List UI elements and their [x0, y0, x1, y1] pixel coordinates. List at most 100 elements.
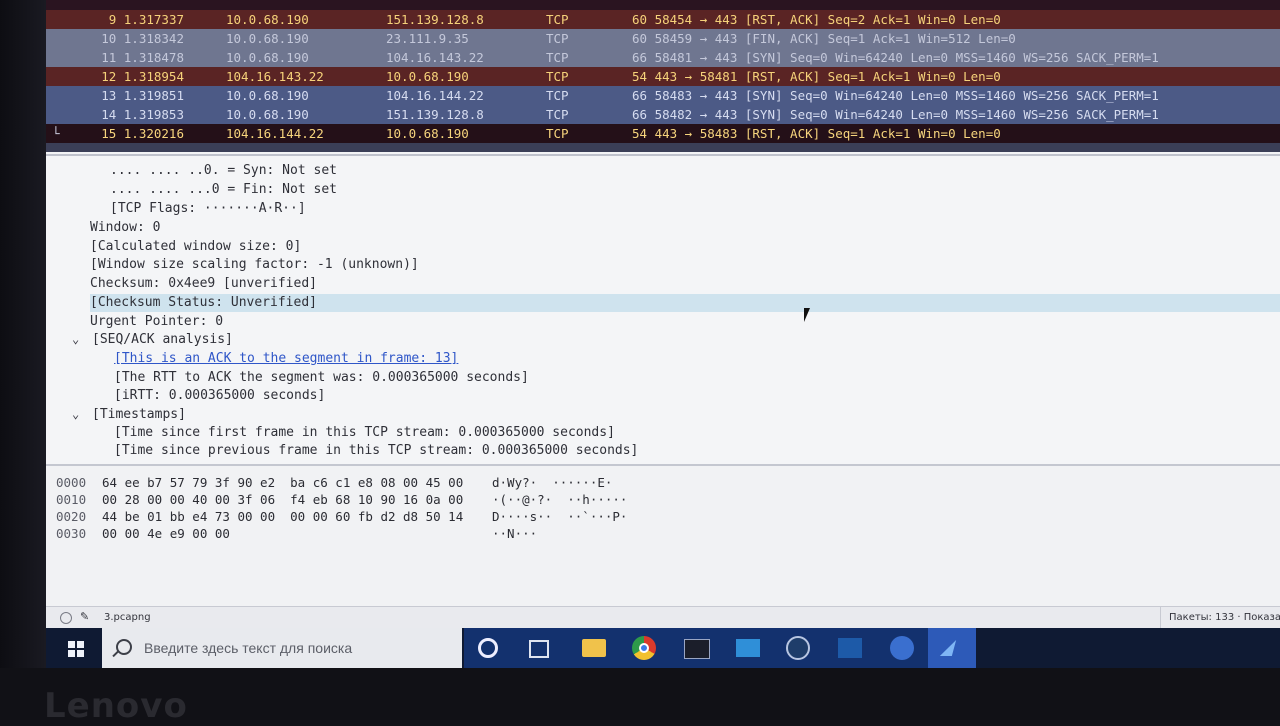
detail-window[interactable]: Window: 0 [90, 219, 160, 237]
detail-irtt[interactable]: [iRTT: 0.000365000 seconds] [114, 387, 325, 405]
detail-tcp-flags[interactable]: [TCP Flags: ·······A·R··] [110, 200, 306, 218]
wireshark-window: 9 1.317337 10.0.68.190 151.139.128.8 TCP… [46, 0, 1280, 668]
packet-destination: 104.16.143.22 [386, 50, 484, 65]
remote-desktop-button[interactable] [724, 628, 772, 668]
wireshark-button[interactable] [928, 628, 976, 668]
file-explorer-button[interactable] [570, 628, 618, 668]
packet-destination: 104.16.144.22 [386, 88, 484, 103]
search-placeholder: Введите здесь текст для поиска [144, 640, 353, 656]
bytes-ascii[interactable]: d·Wy?· ······E· [492, 474, 612, 491]
packet-info: 54 443 → 58481 [RST, ACK] Seq=1 Ack=1 Wi… [632, 69, 1001, 84]
bytes-hex[interactable]: 00 00 4e e9 00 00 [102, 525, 230, 542]
chevron-down-icon[interactable]: ⌄ [72, 407, 79, 421]
cortana-icon [478, 638, 498, 658]
packet-info: 60 58459 → 443 [FIN, ACK] Seq=1 Ack=1 Wi… [632, 31, 1016, 46]
packet-protocol: TCP [546, 31, 569, 46]
packet-protocol: TCP [546, 107, 569, 122]
chrome-button[interactable] [620, 628, 668, 668]
bytes-ascii[interactable]: D····s·· ··`···P· [492, 508, 627, 525]
detail-seq-ack-analysis[interactable]: [SEQ/ACK analysis] [92, 331, 233, 349]
capture-filename: 3.pcapng [104, 612, 151, 623]
bytes-offset: 0030 [56, 526, 87, 541]
packet-source: 10.0.68.190 [226, 31, 309, 46]
packet-info: 60 58454 → 443 [RST, ACK] Seq=2 Ack=1 Wi… [632, 12, 1001, 27]
bytes-ascii[interactable]: ·(··@·?· ··h····· [492, 491, 627, 508]
detail-window-scaling[interactable]: [Window size scaling factor: -1 (unknown… [90, 256, 419, 274]
bytes-hex[interactable]: 64 ee b7 57 79 3f 90 e2 ba c6 c1 e8 08 0… [102, 474, 463, 491]
bytes-hex[interactable]: 44 be 01 bb e4 73 00 00 00 00 60 fb d2 d… [102, 508, 463, 525]
remote-desktop-icon [736, 639, 760, 657]
detail-rtt[interactable]: [The RTT to ACK the segment was: 0.00036… [114, 369, 529, 387]
detail-urgent-pointer[interactable]: Urgent Pointer: 0 [90, 313, 223, 331]
packet-row[interactable]: 11 1.318478 10.0.68.190 104.16.143.22 TC… [46, 48, 1280, 67]
chevron-down-icon[interactable]: ⌄ [72, 332, 79, 346]
detail-calculated-window[interactable]: [Calculated window size: 0] [90, 238, 301, 256]
packet-no-time: 15 1.320216 [101, 126, 184, 141]
capture-status-icon[interactable] [60, 612, 72, 624]
laptop-brand-logo: Lenovo [44, 686, 188, 726]
packet-row-partial[interactable] [46, 0, 1280, 10]
search-icon [116, 639, 132, 655]
status-bar: ✎ 3.pcapng Пакеты: 133 · Показаны [46, 606, 1280, 629]
detail-timestamps[interactable]: [Timestamps] [92, 406, 186, 424]
taskbar-apps [464, 628, 976, 668]
steam-button[interactable] [774, 628, 822, 668]
globe-icon [890, 636, 914, 660]
powershell-icon [838, 638, 862, 658]
packet-destination: 151.139.128.8 [386, 12, 484, 27]
bytes-hex[interactable]: 00 28 00 00 40 00 3f 06 f4 eb 68 10 90 1… [102, 491, 463, 508]
network-app-button[interactable] [878, 628, 926, 668]
packet-details-pane[interactable]: .... .... ..0. = Syn: Not set .... .... … [46, 154, 1280, 464]
packet-info: 66 58481 → 443 [SYN] Seq=0 Win=64240 Len… [632, 50, 1159, 65]
packet-protocol: TCP [546, 50, 569, 65]
powershell-button[interactable] [826, 628, 874, 668]
terminal-button[interactable] [672, 628, 720, 668]
packet-no-time: 12 1.318954 [101, 69, 184, 84]
detail-checksum-status-selected[interactable]: [Checksum Status: Unverified] [90, 294, 1280, 312]
chrome-icon [632, 636, 656, 660]
packet-row-selected[interactable]: └ 15 1.320216 104.16.144.22 10.0.68.190 … [46, 124, 1280, 143]
screen-bezel-left [0, 0, 46, 720]
edit-comment-icon[interactable]: ✎ [80, 610, 89, 623]
packet-row[interactable]: 9 1.317337 10.0.68.190 151.139.128.8 TCP… [46, 10, 1280, 29]
detail-ack-frame-link[interactable]: [This is an ACK to the segment in frame:… [114, 350, 458, 368]
ack-frame-link[interactable]: [This is an ACK to the segment in frame:… [114, 351, 458, 366]
bytes-ascii[interactable]: ··N··· [492, 525, 537, 542]
packet-source: 104.16.144.22 [226, 126, 324, 141]
start-button[interactable] [50, 628, 100, 668]
packet-no-time: 10 1.318342 [101, 31, 184, 46]
packet-row[interactable]: 13 1.319851 10.0.68.190 104.16.144.22 TC… [46, 86, 1280, 105]
packet-protocol: TCP [546, 12, 569, 27]
cortana-button[interactable] [464, 628, 512, 668]
detail-checksum-status: [Checksum Status: Unverified] [90, 295, 317, 310]
windows-taskbar: Введите здесь текст для поиска [46, 628, 1280, 668]
detail-fin-flag[interactable]: .... .... ...0 = Fin: Not set [110, 181, 337, 199]
packet-source: 104.16.143.22 [226, 69, 324, 84]
screen-bezel-bottom [0, 668, 1280, 720]
task-view-button[interactable] [514, 628, 562, 668]
packet-info: 66 58483 → 443 [SYN] Seq=0 Win=64240 Len… [632, 88, 1159, 103]
windows-logo-icon [68, 641, 84, 657]
related-packet-marker: └ [52, 126, 60, 141]
wireshark-fin-icon [939, 640, 957, 656]
taskbar-search-box[interactable]: Введите здесь текст для поиска [102, 628, 462, 668]
packet-row[interactable]: 12 1.318954 104.16.143.22 10.0.68.190 TC… [46, 67, 1280, 86]
packet-protocol: TCP [546, 126, 569, 141]
detail-syn-flag[interactable]: .... .... ..0. = Syn: Not set [110, 162, 337, 180]
packet-list[interactable]: 9 1.317337 10.0.68.190 151.139.128.8 TCP… [46, 0, 1280, 152]
packet-bytes-pane[interactable]: 0000 64 ee b7 57 79 3f 90 e2 ba c6 c1 e8… [46, 464, 1280, 606]
packet-no-time: 9 1.317337 [108, 12, 184, 27]
packet-destination: 151.139.128.8 [386, 107, 484, 122]
packet-row[interactable]: 14 1.319853 10.0.68.190 151.139.128.8 TC… [46, 105, 1280, 124]
detail-checksum[interactable]: Checksum: 0x4ee9 [unverified] [90, 275, 317, 293]
packet-row[interactable]: 10 1.318342 10.0.68.190 23.111.9.35 TCP … [46, 29, 1280, 48]
terminal-icon [684, 639, 710, 659]
packet-no-time: 14 1.319853 [101, 107, 184, 122]
folder-icon [582, 639, 606, 657]
detail-time-since-previous[interactable]: [Time since previous frame in this TCP s… [114, 442, 638, 460]
packet-protocol: TCP [546, 88, 569, 103]
detail-time-since-first[interactable]: [Time since first frame in this TCP stre… [114, 424, 615, 442]
packet-no-time: 11 1.318478 [101, 50, 184, 65]
packet-destination: 10.0.68.190 [386, 126, 469, 141]
bytes-offset: 0000 [56, 475, 87, 490]
